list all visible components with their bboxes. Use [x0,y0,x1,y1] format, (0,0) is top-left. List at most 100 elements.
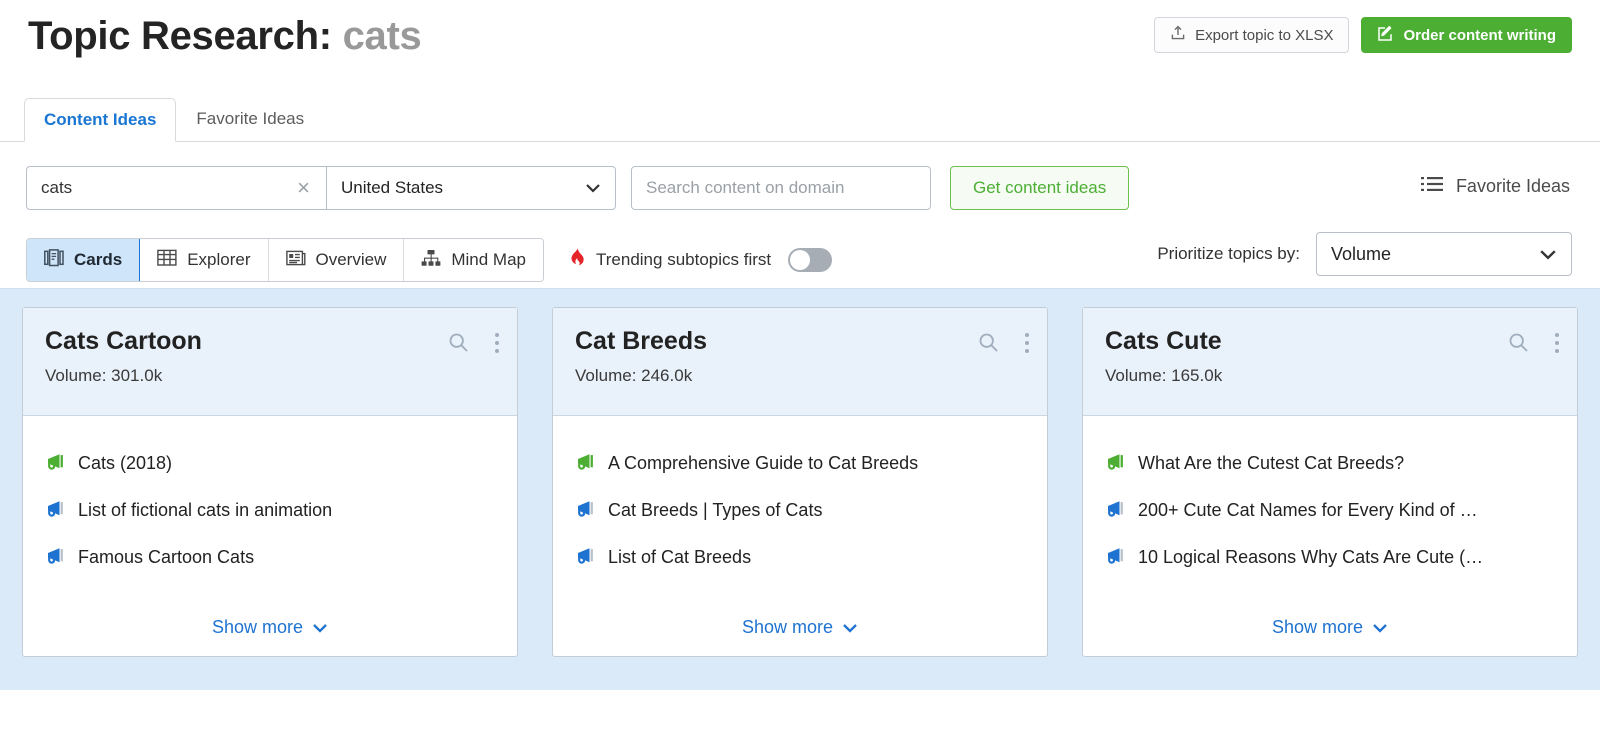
more-options-icon[interactable] [495,333,499,353]
topic-card: Cats Cartoon Volume: 301.0k [22,307,518,657]
show-more-button[interactable]: Show more [1103,617,1557,638]
chevron-down-icon [1539,244,1557,265]
view-mode-overview-label: Overview [316,250,387,270]
topic-card-body: A Comprehensive Guide to Cat Breeds Cat … [553,416,1047,656]
show-more-button[interactable]: Show more [43,617,497,638]
cards-icon [44,249,64,272]
megaphone-green-icon [43,453,65,475]
show-more-label: Show more [742,617,833,638]
topic-card-actions [978,332,1029,353]
view-mode-overview[interactable]: Overview [269,239,405,281]
country-select-value: United States [341,178,443,198]
toggle-knob [790,250,810,270]
trending-subtopics-label: Trending subtopics first [596,250,771,270]
keyword-group: cats × United States [26,166,616,210]
topic-card-title: Cat Breeds [575,328,1025,356]
show-more-label: Show more [212,617,303,638]
megaphone-blue-icon [43,547,65,569]
topic-research-page: Topic Research: cats Export topic to XLS… [0,0,1600,734]
view-mode-mind-map-label: Mind Map [451,250,526,270]
prioritize-select-value: Volume [1331,244,1391,265]
prioritize-select[interactable]: Volume [1316,232,1572,276]
idea-item[interactable]: Cats (2018) [43,440,497,487]
topic-card-header: Cats Cartoon Volume: 301.0k [23,308,517,416]
view-toolbar: Cards Explorer [0,210,1600,288]
get-content-ideas-label: Get content ideas [973,178,1106,198]
export-topic-button[interactable]: Export topic to XLSX [1154,17,1349,53]
topic-card: Cats Cute Volume: 165.0k [1082,307,1578,657]
domain-search-placeholder: Search content on domain [646,178,844,198]
topic-card: Cat Breeds Volume: 246.0k [552,307,1048,657]
more-options-icon[interactable] [1025,333,1029,353]
idea-item[interactable]: 10 Logical Reasons Why Cats Are Cute (… [1103,534,1557,581]
edit-square-icon [1377,25,1394,46]
idea-item-text: 10 Logical Reasons Why Cats Are Cute (… [1138,547,1483,568]
tab-bar: Content Ideas Favorite Ideas [0,92,1600,142]
idea-item-text: Cats (2018) [78,453,172,474]
chevron-down-icon [842,617,858,638]
topic-card-header: Cat Breeds Volume: 246.0k [553,308,1047,416]
get-content-ideas-button[interactable]: Get content ideas [950,166,1129,210]
overview-icon [286,249,306,272]
page-title: Topic Research: cats [28,14,421,59]
tab-favorite-ideas[interactable]: Favorite Ideas [176,97,324,141]
topic-card-body: What Are the Cutest Cat Breeds? 200+ Cut… [1083,416,1577,656]
view-mode-cards-label: Cards [74,250,122,270]
view-mode-explorer-label: Explorer [187,250,250,270]
idea-item[interactable]: What Are the Cutest Cat Breeds? [1103,440,1557,487]
view-mode-mind-map[interactable]: Mind Map [404,239,543,281]
mindmap-icon [421,249,441,272]
idea-item-text: 200+ Cute Cat Names for Every Kind of … [1138,500,1478,521]
list-icon [1421,176,1443,197]
more-options-icon[interactable] [1555,333,1559,353]
prioritize-label: Prioritize topics by: [1157,244,1300,264]
prioritize-group: Prioritize topics by: Volume [1157,232,1572,276]
megaphone-blue-icon [1103,500,1125,522]
megaphone-blue-icon [573,547,595,569]
idea-item-text: Cat Breeds | Types of Cats [608,500,822,521]
keyword-input[interactable]: cats × [26,166,326,210]
keyword-input-value: cats [41,178,72,198]
chevron-down-icon [1372,617,1388,638]
idea-item-text: What Are the Cutest Cat Breeds? [1138,453,1404,474]
clear-icon[interactable]: × [295,177,312,199]
view-mode-cards[interactable]: Cards [27,239,140,281]
order-content-writing-label: Order content writing [1403,27,1556,44]
topic-card-title: Cats Cartoon [45,328,495,356]
search-icon[interactable] [978,332,999,353]
idea-item[interactable]: List of Cat Breeds [573,534,1027,581]
idea-item-text: List of Cat Breeds [608,547,751,568]
topic-card-body: Cats (2018) List of fictional cats in an… [23,416,517,656]
filter-row: cats × United States Search content on d… [0,142,1600,210]
order-content-writing-button[interactable]: Order content writing [1361,17,1572,53]
page-header: Topic Research: cats Export topic to XLS… [0,0,1600,92]
export-topic-label: Export topic to XLSX [1195,27,1333,44]
view-mode-group: Cards Explorer [26,238,544,282]
chevron-down-icon [585,178,601,198]
megaphone-green-icon [1103,453,1125,475]
search-icon[interactable] [1508,332,1529,353]
view-mode-explorer[interactable]: Explorer [140,239,268,281]
header-actions: Export topic to XLSX Order content writi… [1154,17,1572,53]
idea-item[interactable]: Cat Breeds | Types of Cats [573,487,1027,534]
topic-card-actions [448,332,499,353]
tab-content-ideas[interactable]: Content Ideas [24,98,176,142]
idea-item[interactable]: List of fictional cats in animation [43,487,497,534]
megaphone-blue-icon [43,500,65,522]
cards-container: Cats Cartoon Volume: 301.0k [0,288,1600,690]
idea-item[interactable]: A Comprehensive Guide to Cat Breeds [573,440,1027,487]
search-icon[interactable] [448,332,469,353]
favorite-ideas-link[interactable]: Favorite Ideas [1421,176,1570,197]
page-title-prefix: Topic Research: [28,14,332,58]
idea-item[interactable]: 200+ Cute Cat Names for Every Kind of … [1103,487,1557,534]
trending-subtopics-toggle[interactable] [788,248,832,272]
megaphone-blue-icon [1103,547,1125,569]
domain-search-input[interactable]: Search content on domain [631,166,931,210]
topic-card-volume: Volume: 246.0k [575,366,1025,386]
idea-item[interactable]: Famous Cartoon Cats [43,534,497,581]
upload-icon [1170,25,1186,45]
trending-subtopics-toggle-group[interactable]: Trending subtopics first [570,248,832,272]
show-more-button[interactable]: Show more [573,617,1027,638]
country-select[interactable]: United States [326,166,616,210]
idea-item-text: A Comprehensive Guide to Cat Breeds [608,453,918,474]
